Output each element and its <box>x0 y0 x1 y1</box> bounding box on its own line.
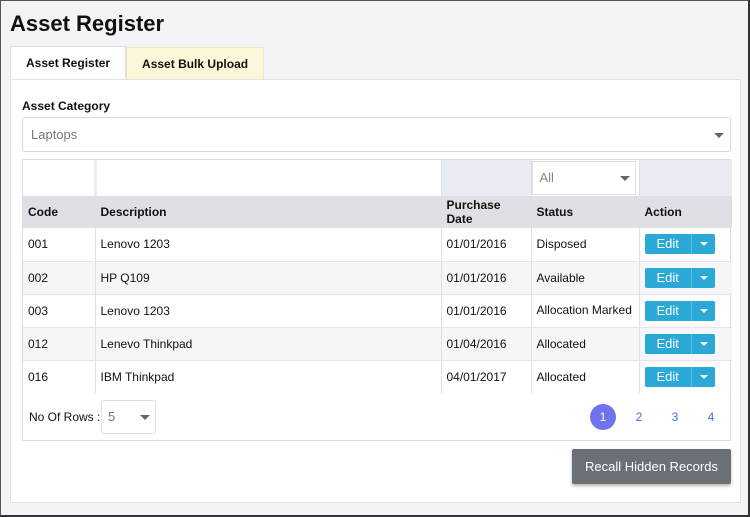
edit-button[interactable]: Edit <box>644 267 715 288</box>
caret-down-icon <box>714 133 724 138</box>
status-filter-cell: All <box>531 160 640 196</box>
edit-dropdown-toggle[interactable] <box>690 333 715 354</box>
page-title: Asset Register <box>10 11 165 36</box>
cell-purchase-date: 01/01/2016 <box>441 294 532 328</box>
cell-description: Lenovo 1203 <box>95 228 442 262</box>
cell-description: Lenovo 1203 <box>95 294 442 328</box>
edit-button-label[interactable]: Edit <box>645 268 691 288</box>
asset-category-value: Laptops <box>31 127 78 142</box>
cell-code: 012 <box>23 327 96 361</box>
edit-button[interactable]: Edit <box>644 366 715 387</box>
status-filter-value: All <box>539 170 554 185</box>
cell-purchase-date: 01/01/2016 <box>441 261 532 295</box>
cell-status: Allocated <box>531 327 640 361</box>
table-footer: No Of Rows : 5 1 2 3 4 <box>22 393 731 441</box>
cell-status: Available <box>531 261 640 295</box>
edit-button-label[interactable]: Edit <box>645 334 691 354</box>
table-header: Code Description Purchase Date Status Ac… <box>23 196 732 228</box>
edit-button[interactable]: Edit <box>644 300 715 321</box>
caret-down-icon <box>699 308 708 313</box>
cell-action: Edit <box>639 261 732 295</box>
caret-down-icon <box>699 341 708 346</box>
page-button-4[interactable]: 4 <box>698 404 724 430</box>
rows-per-page-label: No Of Rows : <box>29 410 101 424</box>
rows-per-page-select[interactable]: 5 <box>101 400 156 434</box>
edit-button[interactable]: Edit <box>644 333 715 354</box>
column-header-status[interactable]: Status <box>531 196 640 228</box>
caret-down-icon <box>619 176 630 181</box>
edit-button[interactable]: Edit <box>644 234 715 255</box>
caret-down-icon <box>699 374 708 379</box>
table-row: 001 Lenovo 1203 01/01/2016 Disposed Edit <box>23 228 732 262</box>
table-row: 003 Lenovo 1203 01/01/2016 Allocation Ma… <box>23 294 732 328</box>
asset-category-select[interactable]: Laptops <box>22 117 731 152</box>
cell-description: Lenevo Thinkpad <box>95 327 442 361</box>
edit-button-label[interactable]: Edit <box>645 234 691 254</box>
cell-purchase-date: 01/01/2016 <box>441 228 532 262</box>
edit-dropdown-toggle[interactable] <box>690 234 715 255</box>
code-filter[interactable] <box>23 160 97 196</box>
description-filter[interactable] <box>95 160 442 196</box>
caret-down-icon <box>699 275 708 280</box>
cell-status: Allocation Marked <box>531 294 640 328</box>
tab-asset-register[interactable]: Asset Register <box>10 46 127 79</box>
column-header-code[interactable]: Code <box>23 196 96 228</box>
action-filter <box>639 160 732 196</box>
table-row: 012 Lenevo Thinkpad 01/04/2016 Allocated… <box>23 327 732 361</box>
column-header-action: Action <box>639 196 732 228</box>
cell-description: IBM Thinkpad <box>95 360 442 394</box>
page-button-1[interactable]: 1 <box>590 404 616 430</box>
cell-action: Edit <box>639 294 732 328</box>
table-row: 016 IBM Thinkpad 04/01/2017 Allocated Ed… <box>23 360 732 394</box>
column-header-purchase-date[interactable]: Purchase Date <box>441 196 532 228</box>
cell-action: Edit <box>639 228 732 262</box>
pagination: 1 2 3 4 <box>580 404 724 430</box>
edit-dropdown-toggle[interactable] <box>690 300 715 321</box>
caret-down-icon <box>699 242 708 247</box>
edit-button-label[interactable]: Edit <box>645 301 691 321</box>
recall-hidden-records-button[interactable]: Recall Hidden Records <box>572 449 731 484</box>
cell-status: Allocated <box>531 360 640 394</box>
cell-description: HP Q109 <box>95 261 442 295</box>
status-filter-select[interactable]: All <box>531 161 636 195</box>
cell-code: 003 <box>23 294 96 328</box>
page-button-3[interactable]: 3 <box>662 404 688 430</box>
purchase-date-filter <box>441 160 532 196</box>
cell-purchase-date: 01/04/2016 <box>441 327 532 361</box>
filter-row: All <box>23 160 732 196</box>
app-window: Asset Register Asset Register Asset Bulk… <box>0 0 750 517</box>
cell-code: 016 <box>23 360 96 394</box>
page-button-2[interactable]: 2 <box>626 404 652 430</box>
table-row: 002 HP Q109 01/01/2016 Available Edit <box>23 261 732 295</box>
asset-category-label: Asset Category <box>22 99 111 113</box>
edit-dropdown-toggle[interactable] <box>690 366 715 387</box>
caret-down-icon <box>140 415 150 420</box>
edit-button-label[interactable]: Edit <box>645 367 691 387</box>
main-panel: Asset Category Laptops All Code Descript… <box>10 79 741 503</box>
cell-code: 001 <box>23 228 96 262</box>
cell-action: Edit <box>639 327 732 361</box>
cell-status: Disposed <box>531 228 640 262</box>
column-header-description[interactable]: Description <box>95 196 442 228</box>
tab-bar: Asset Register Asset Bulk Upload <box>10 46 265 80</box>
tab-asset-bulk-upload[interactable]: Asset Bulk Upload <box>126 47 265 79</box>
rows-per-page-value: 5 <box>108 409 116 424</box>
cell-action: Edit <box>639 360 732 394</box>
cell-purchase-date: 04/01/2017 <box>441 360 532 394</box>
edit-dropdown-toggle[interactable] <box>690 267 715 288</box>
cell-code: 002 <box>23 261 96 295</box>
